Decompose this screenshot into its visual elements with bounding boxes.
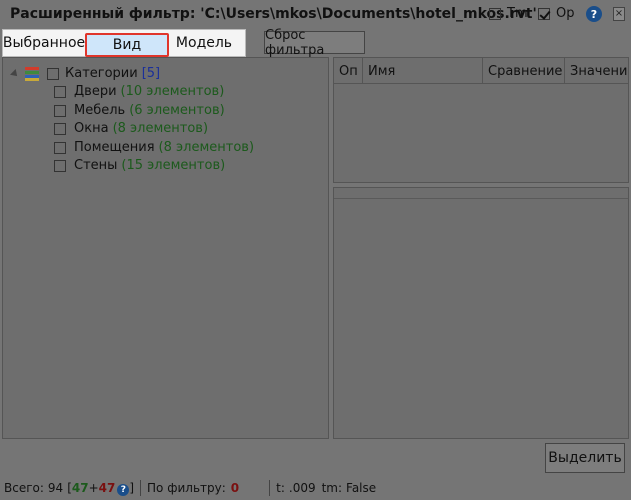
tm-status-label: tm: (321, 481, 343, 495)
item-count: (10 элементов) (120, 84, 225, 99)
counts-group: [47+47?] (67, 480, 135, 496)
option-tm[interactable]: Tm (489, 6, 528, 21)
item-count: (8 элементов) (112, 121, 209, 136)
reset-filter-button[interactable]: Сброс фильтра (264, 28, 365, 58)
count-plus: + (88, 480, 99, 495)
total-value: 94 (47, 481, 64, 495)
column-value[interactable]: Значени (565, 58, 628, 84)
item-checkbox[interactable] (54, 141, 66, 154)
tm-status-value: False (346, 481, 377, 495)
list-item[interactable]: Окна (8 элементов) (54, 121, 208, 136)
tm-label: Tm (507, 6, 528, 21)
list-item[interactable]: Двери (10 элементов) (54, 84, 224, 99)
t-label: t: (276, 481, 285, 495)
details-header (334, 188, 628, 199)
status-bar: Всего: 94 [47+47?] По фильтру: 0 t: .009… (0, 476, 631, 500)
root-count: [5] (141, 66, 161, 81)
grid-header: Оп Имя Сравнение Значени (334, 58, 628, 84)
item-count: (6 элементов) (129, 103, 225, 118)
list-item[interactable]: Мебель (6 элементов) (54, 103, 225, 118)
item-label: Мебель (74, 103, 126, 118)
column-op[interactable]: Оп (334, 58, 363, 84)
close-icon[interactable]: × (613, 7, 625, 21)
byfilter-value: 0 (230, 481, 240, 495)
column-name[interactable]: Имя (363, 58, 483, 84)
tree-root[interactable]: Категории [5] (10, 66, 161, 81)
item-label: Двери (74, 84, 117, 99)
count-left: 47 (71, 480, 89, 495)
item-checkbox[interactable] (54, 122, 66, 135)
item-checkbox[interactable] (54, 85, 66, 98)
filter-grid[interactable]: Оп Имя Сравнение Значени (333, 57, 629, 183)
window-title: Расширенный фильтр: 'C:\Users\mkos\Docum… (10, 6, 537, 22)
select-button[interactable]: Выделить (545, 443, 625, 473)
byfilter-label: По фильтру: (147, 481, 226, 495)
item-count: (15 элементов) (121, 158, 226, 173)
count-right: 47 (98, 480, 116, 495)
list-item[interactable]: Стены (15 элементов) (54, 158, 225, 173)
mode-toolbar: Выбранное Вид Модель (2, 29, 246, 57)
item-label: Стены (74, 158, 118, 173)
item-label: Помещения (74, 140, 155, 155)
column-compare[interactable]: Сравнение (483, 58, 565, 84)
total-label: Всего: (4, 481, 44, 495)
mode-view-button[interactable]: Вид (85, 33, 169, 57)
t-value: .009 (288, 481, 316, 495)
op-label: Op (556, 6, 575, 21)
collapse-arrow-icon[interactable] (10, 68, 20, 79)
item-checkbox[interactable] (54, 159, 66, 172)
mode-selected-button[interactable]: Выбранное (3, 33, 85, 53)
help-icon[interactable]: ? (586, 6, 602, 22)
divider (140, 480, 142, 496)
item-count: (8 элементов) (158, 140, 255, 155)
mode-model-button[interactable]: Модель (167, 33, 241, 53)
status-help-icon[interactable]: ? (117, 483, 130, 496)
categories-icon (25, 66, 39, 81)
root-label: Категории (65, 66, 138, 81)
details-pane[interactable] (333, 187, 629, 439)
category-tree[interactable]: Категории [5] Двери (10 элементов) Мебел… (2, 57, 329, 439)
op-checkbox[interactable] (538, 7, 550, 20)
list-item[interactable]: Помещения (8 элементов) (54, 140, 254, 155)
root-checkbox[interactable] (47, 67, 59, 80)
divider (269, 480, 271, 496)
tm-checkbox[interactable] (489, 7, 501, 20)
option-op[interactable]: Op (538, 6, 574, 21)
item-label: Окна (74, 121, 109, 136)
item-checkbox[interactable] (54, 104, 66, 117)
